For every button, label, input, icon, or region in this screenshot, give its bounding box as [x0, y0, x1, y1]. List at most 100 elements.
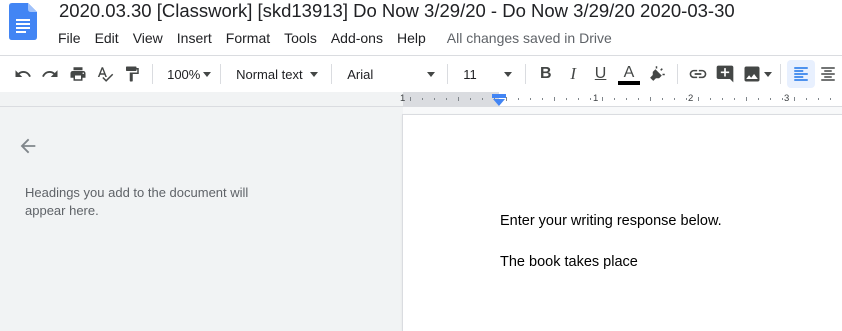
indent-marker-icon[interactable] [492, 94, 506, 106]
ruler-tick [722, 98, 723, 100]
italic-button[interactable]: I [559, 60, 586, 88]
ruler-tick [602, 97, 603, 101]
italic-icon: I [570, 64, 576, 83]
align-center-icon [821, 67, 836, 81]
text-color-button[interactable]: A [614, 60, 643, 88]
menu-addons[interactable]: Add-ons [324, 28, 390, 48]
ruler-tick [470, 98, 471, 100]
menu-insert[interactable]: Insert [170, 28, 219, 48]
docs-logo-icon[interactable] [9, 3, 37, 40]
chevron-down-icon [427, 72, 436, 77]
ruler-tick [530, 98, 531, 100]
ruler-tick [482, 98, 483, 100]
ruler-tick [746, 97, 747, 101]
chevron-down-icon [763, 72, 772, 77]
ruler-tick [650, 97, 651, 101]
menu-view[interactable]: View [126, 28, 170, 48]
underline-icon: U [594, 65, 607, 82]
ruler-tick [518, 98, 519, 100]
header: 2020.03.30 [Classwork] [skd13913] Do Now… [0, 0, 842, 55]
chevron-down-icon [203, 72, 212, 77]
paint-format-icon [126, 66, 140, 82]
image-icon [744, 66, 760, 82]
font-select[interactable]: Arial [338, 60, 441, 88]
highlight-button[interactable] [644, 60, 671, 88]
ruler-tick [506, 97, 507, 101]
align-center-button[interactable] [815, 60, 842, 88]
ruler-tick [542, 98, 543, 100]
document-line[interactable]: The book takes place [500, 254, 638, 270]
spellcheck-button[interactable] [91, 60, 118, 88]
save-status[interactable]: All changes saved in Drive [433, 30, 612, 46]
menu-edit[interactable]: Edit [88, 28, 126, 48]
toolbar-separator [331, 64, 333, 84]
bold-icon: B [539, 65, 552, 82]
ruler-tick [770, 98, 771, 100]
zoom-value: 100% [167, 66, 201, 82]
comment-icon [716, 65, 734, 83]
toolbar-separator [447, 64, 449, 84]
link-icon [689, 69, 707, 79]
print-icon [70, 67, 86, 81]
ruler-tick [698, 97, 699, 101]
arrow-back-icon [20, 138, 36, 154]
print-button[interactable] [64, 60, 91, 88]
highlight-icon [650, 66, 666, 81]
document-line[interactable]: Enter your writing response below. [500, 213, 722, 229]
add-comment-button[interactable] [712, 60, 739, 88]
ruler-left-margin [403, 92, 499, 106]
ruler-tick [422, 98, 423, 100]
insert-link-button[interactable] [684, 60, 711, 88]
ruler-tick [626, 98, 627, 100]
ruler-tick [674, 98, 675, 100]
text-color-icon: A [623, 63, 635, 81]
ruler[interactable]: 1 1 2 3 [0, 92, 842, 107]
ruler-tick [554, 97, 555, 101]
align-left-icon [794, 67, 808, 81]
ruler-tick [638, 98, 639, 100]
spellcheck-icon [97, 67, 114, 82]
ruler-tick [782, 98, 783, 100]
toolbar-separator [780, 64, 782, 84]
menu-format[interactable]: Format [219, 28, 277, 48]
document-outline-panel: Headings you add to the document will ap… [0, 107, 403, 331]
ruler-tick [734, 98, 735, 100]
font-size-value: 11 [463, 66, 477, 82]
ruler-tick [686, 98, 687, 100]
ruler-tick [794, 97, 795, 101]
style-select[interactable]: Normal text [227, 60, 325, 88]
ruler-tick [614, 98, 615, 100]
undo-icon [15, 70, 31, 77]
menu-file[interactable]: File [51, 28, 88, 48]
undo-button[interactable] [9, 60, 36, 88]
ruler-tick [818, 98, 819, 100]
menu-help[interactable]: Help [390, 28, 433, 48]
ruler-tick [830, 98, 831, 100]
document-title[interactable]: 2020.03.30 [Classwork] [skd13913] Do Now… [59, 0, 735, 22]
ruler-label: 2 [688, 93, 694, 104]
ruler-tick [806, 98, 807, 100]
font-size-select[interactable]: 11 [454, 60, 519, 88]
paint-format-button[interactable] [119, 60, 146, 88]
toolbar-separator [525, 64, 527, 84]
chevron-down-icon [504, 72, 513, 77]
align-left-button[interactable] [787, 60, 815, 88]
insert-image-button[interactable] [739, 60, 774, 88]
ruler-tick [710, 98, 711, 100]
underline-button[interactable]: U [587, 60, 614, 88]
toolbar-separator [677, 64, 679, 84]
menu-bar: File Edit View Insert Format Tools Add-o… [51, 28, 612, 48]
ruler-tick [410, 97, 411, 101]
ruler-tick [590, 98, 591, 100]
redo-icon [42, 70, 58, 77]
menu-tools[interactable]: Tools [277, 28, 324, 48]
close-outline-button[interactable] [17, 135, 39, 157]
outline-hint-text: Headings you add to the document will ap… [25, 185, 249, 218]
ruler-tick [434, 98, 435, 100]
redo-button[interactable] [36, 60, 63, 88]
ruler-tick [446, 98, 447, 100]
zoom-select[interactable]: 100% [159, 60, 214, 88]
ruler-label: 1 [593, 93, 599, 104]
bold-button[interactable]: B [532, 60, 559, 88]
document-page[interactable]: Enter your writing response below. The b… [403, 115, 842, 331]
